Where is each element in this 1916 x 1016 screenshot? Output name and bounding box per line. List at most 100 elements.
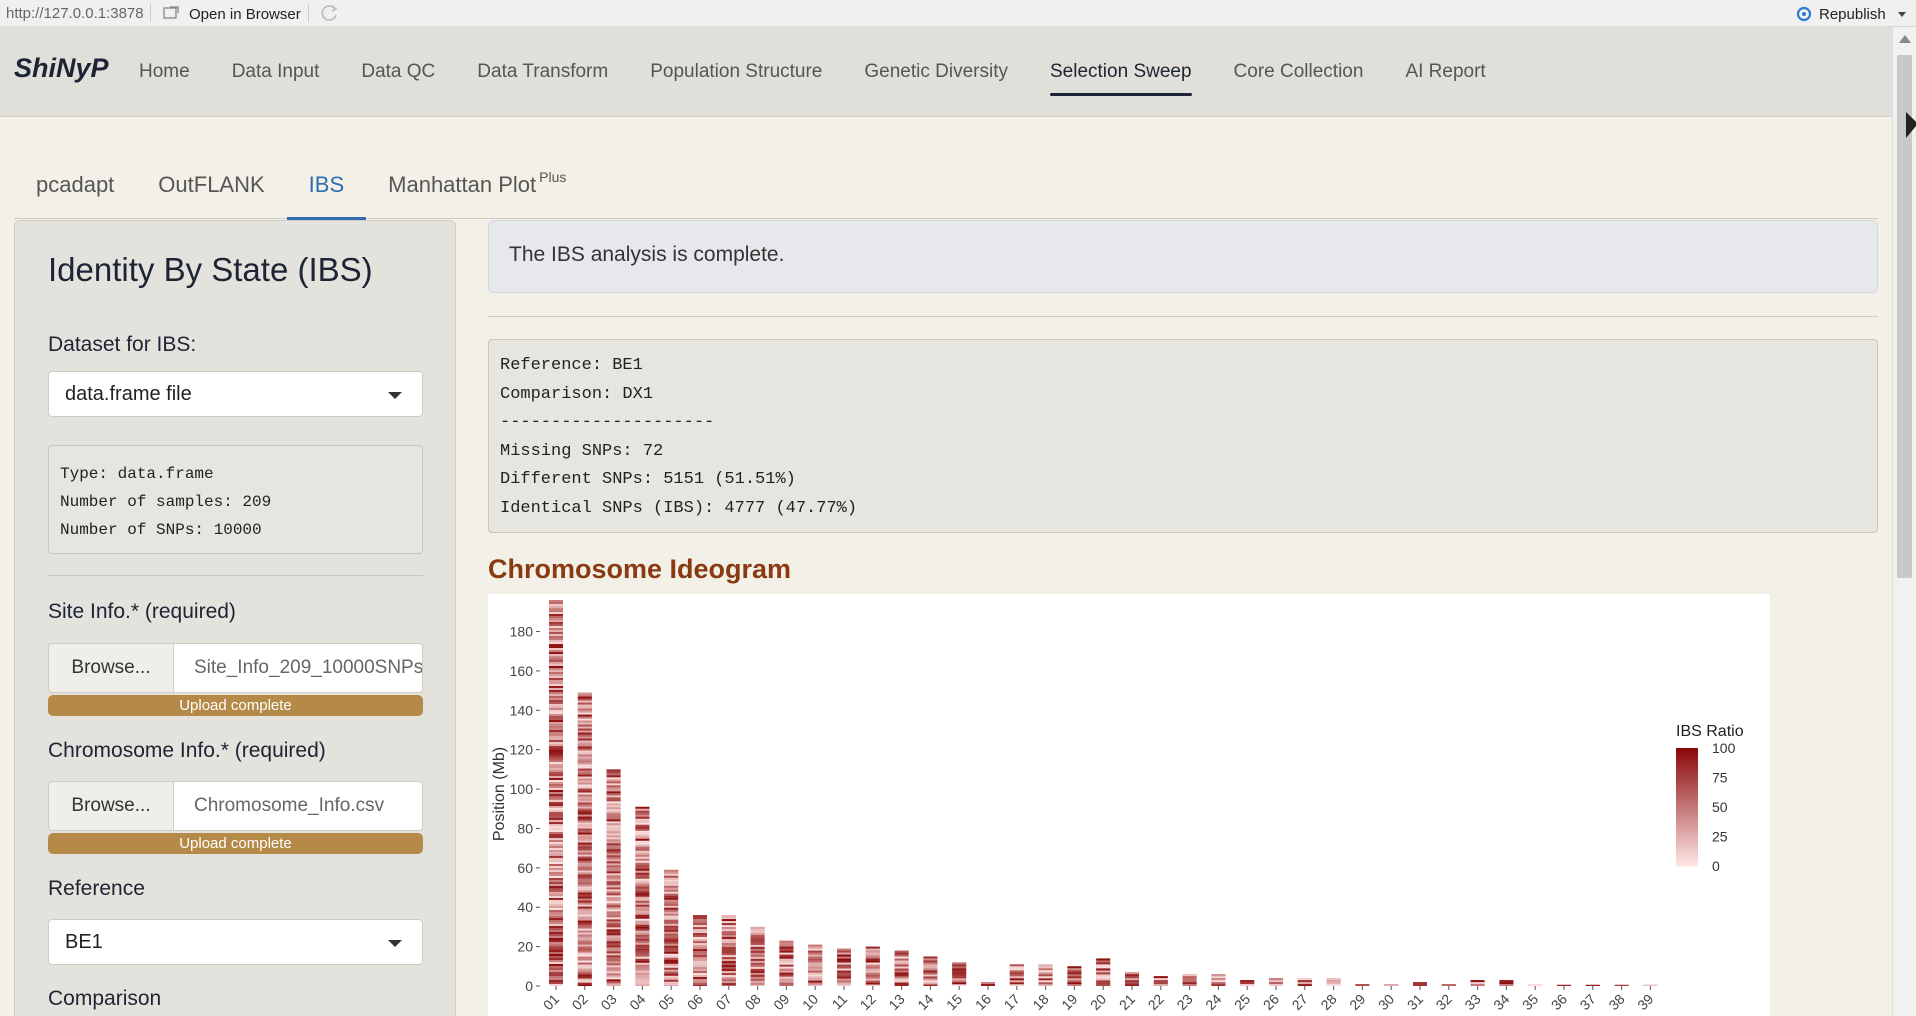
- ibs-stripe: [750, 972, 765, 975]
- ibs-stripe: [693, 937, 707, 940]
- ibs-stripe: [577, 896, 592, 899]
- ibs-stripe: [606, 853, 621, 856]
- open-browser-icon[interactable]: [163, 6, 179, 20]
- ibs-stripe: [779, 980, 794, 983]
- ibs-stripe: [664, 889, 679, 892]
- site-info-file-name[interactable]: Site_Info_209_10000SNPs.csv: [174, 643, 423, 693]
- scroll-up-arrow-icon[interactable]: [1899, 35, 1911, 43]
- ibs-stripe: [577, 908, 592, 911]
- ibs-stripe: [577, 852, 592, 855]
- ibs-stripe: [549, 700, 563, 703]
- republish-button[interactable]: Republish: [1795, 4, 1906, 24]
- chrom-info-file-name[interactable]: Chromosome_Info.csv: [174, 781, 423, 831]
- legend-tick-label: 50: [1712, 799, 1728, 815]
- legend-color-step: [1676, 783, 1698, 787]
- app-brand[interactable]: ShiNyP: [14, 53, 109, 84]
- chrom-info-browse-button[interactable]: Browse...: [48, 781, 174, 831]
- ibs-stripe: [779, 976, 794, 979]
- ibs-stripe: [837, 962, 851, 965]
- ibs-stripe: [923, 964, 938, 967]
- nav-item-population-structure[interactable]: Population Structure: [629, 27, 843, 117]
- ibs-stripe: [635, 916, 650, 919]
- ibs-stripe: [577, 770, 592, 773]
- nav-item-data-input[interactable]: Data Input: [211, 27, 341, 117]
- ibs-stripe: [577, 778, 592, 781]
- ibs-stripe: [577, 862, 592, 865]
- ibs-stripe: [549, 830, 563, 833]
- ibs-stripe: [549, 932, 563, 935]
- legend-color-step: [1676, 789, 1698, 793]
- ibs-stripe: [721, 915, 736, 918]
- nav-item-home[interactable]: Home: [118, 27, 211, 117]
- ibs-stripe: [894, 962, 909, 965]
- site-info-browse-button[interactable]: Browse...: [48, 643, 174, 693]
- tab-pcadapt[interactable]: pcadapt: [14, 150, 136, 219]
- legend-color-step: [1676, 801, 1698, 805]
- ibs-stripe: [577, 840, 592, 843]
- ibs-stripe: [808, 984, 823, 986]
- ibs-stripe: [952, 980, 967, 983]
- ibs-stripe: [750, 952, 765, 955]
- ibs-stripe: [635, 952, 650, 955]
- ibs-stripe: [693, 983, 707, 986]
- ibs-stripe: [635, 898, 650, 901]
- ibs-stripe: [664, 973, 679, 976]
- nav-item-genetic-diversity[interactable]: Genetic Diversity: [843, 27, 1029, 117]
- ibs-stripe: [664, 887, 679, 890]
- ibs-stripe: [549, 954, 563, 957]
- dataset-select[interactable]: data.frame file: [48, 371, 423, 417]
- chrom-info-file-input[interactable]: Browse... Chromosome_Info.csv: [48, 781, 423, 831]
- ibs-stripe: [606, 783, 621, 786]
- ibs-stripe: [549, 922, 563, 925]
- nav-item-core-collection[interactable]: Core Collection: [1213, 27, 1385, 117]
- ibs-stripe: [1009, 984, 1024, 986]
- ibs-stripe: [577, 800, 592, 803]
- ibs-stripe: [549, 844, 563, 847]
- chromosome-bar: [1326, 978, 1341, 986]
- ibs-stripe: [577, 722, 592, 725]
- tab-outflank[interactable]: OutFLANK: [136, 150, 286, 219]
- ibs-stripe: [577, 812, 592, 815]
- ibs-stripe: [549, 906, 563, 909]
- ibs-stripe: [1009, 982, 1024, 985]
- ibs-stripe: [1441, 984, 1456, 986]
- ibs-stripe: [923, 978, 938, 981]
- reference-select[interactable]: BE1: [48, 919, 423, 965]
- ibs-stripe: [577, 974, 592, 977]
- ibs-stripe: [635, 950, 650, 953]
- reference-select-value: BE1: [65, 931, 103, 953]
- ibs-stripe: [606, 985, 621, 986]
- nav-item-data-qc[interactable]: Data QC: [340, 27, 456, 117]
- ibs-stripe: [577, 888, 592, 891]
- tab-manhattan-plot[interactable]: Manhattan Plot Plus: [366, 150, 588, 219]
- tab-ibs[interactable]: IBS: [286, 150, 367, 220]
- ibs-stripe: [981, 982, 995, 985]
- ibs-stripe: [606, 885, 621, 888]
- ibs-stripe: [549, 780, 563, 783]
- ibs-stripe: [549, 856, 563, 859]
- chevron-down-icon[interactable]: [1897, 11, 1906, 17]
- site-info-file-input[interactable]: Browse... Site_Info_209_10000SNPs.csv: [48, 643, 423, 693]
- ibs-stripe: [1038, 980, 1053, 983]
- ibs-stripe: [1153, 980, 1168, 983]
- tab-label: pcadapt: [36, 171, 115, 197]
- analysis-status-alert: The IBS analysis is complete.: [488, 220, 1878, 293]
- ibs-stripe: [549, 912, 563, 915]
- open-in-browser-button[interactable]: Open in Browser: [189, 6, 301, 23]
- x-tick-label: 30: [1375, 991, 1397, 1013]
- ibs-stripe: [635, 910, 650, 913]
- ibs-stripe: [635, 874, 650, 877]
- page-scrollbar[interactable]: [1892, 27, 1916, 1016]
- ibs-stripe: [577, 970, 592, 973]
- url-text[interactable]: http://127.0.0.1:3878: [6, 5, 144, 22]
- ibs-stripe: [1125, 982, 1139, 985]
- nav-item-ai-report[interactable]: AI Report: [1384, 27, 1506, 117]
- ibs-stripe: [577, 926, 592, 929]
- ibs-stripe: [779, 950, 794, 953]
- ibs-stripe: [606, 959, 621, 962]
- ibs-stripe: [606, 899, 621, 902]
- nav-item-data-transform[interactable]: Data Transform: [456, 27, 629, 117]
- ibs-stripe: [1153, 978, 1168, 981]
- nav-item-selection-sweep[interactable]: Selection Sweep: [1029, 27, 1213, 117]
- reload-icon[interactable]: [320, 3, 340, 23]
